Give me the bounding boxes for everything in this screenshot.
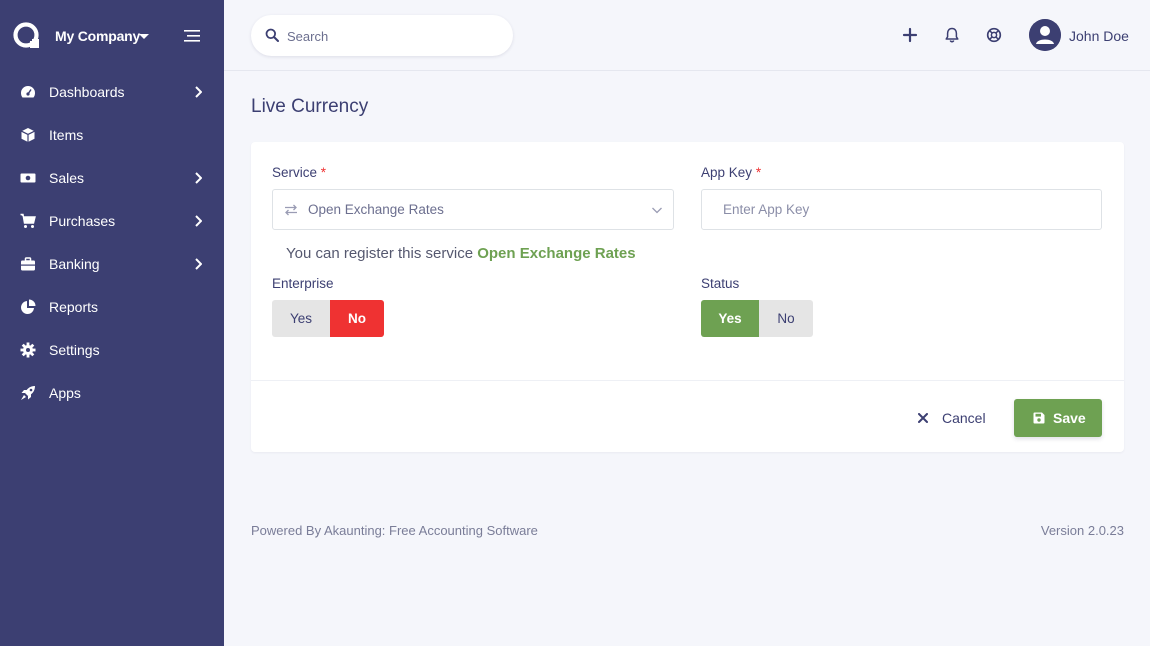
search-icon [265,28,279,42]
cancel-button-label: Cancel [942,410,986,426]
avatar[interactable] [1029,19,1061,51]
user-name[interactable]: John Doe [1069,28,1129,44]
sidebar-item-label: Items [49,127,84,143]
app-key-input[interactable] [702,190,1101,229]
sidebar-item-label: Sales [49,170,85,186]
rocket-icon [21,386,35,400]
close-icon [918,413,928,423]
register-hint-text: You can register this service [286,245,478,262]
sidebar-item-apps[interactable]: Apps [0,372,224,415]
version-text: Version 2.0.23 [1040,523,1124,538]
required-mark: * [755,165,762,180]
shopping-cart-icon [20,213,36,228]
sidebar-item-settings[interactable]: Settings [0,329,224,372]
live-currency-form-card: Service * Open Exchange Rates App Key * … [251,142,1124,452]
status-label: Status [701,276,740,291]
status-toggle: Yes No [701,300,813,337]
app-key-label: App Key * [701,165,761,180]
sidebar-item-dashboards[interactable]: Dashboards [0,71,224,114]
status-no-option[interactable]: No [759,300,813,337]
chart-pie-icon [21,299,36,314]
save-button-label: Save [1053,410,1086,426]
money-bill-icon [20,173,36,183]
page-title: Live Currency [251,96,369,117]
search-input[interactable] [287,26,497,46]
briefcase-icon [21,257,35,271]
enterprise-label: Enterprise [272,276,334,291]
akaunting-logo-icon [13,22,39,48]
sidebar-item-items[interactable]: Items [0,114,224,157]
register-service-link[interactable]: Open Exchange Rates [477,245,635,262]
cube-icon [21,128,35,142]
powered-by-text: Powered By Akaunting: Free Accounting So… [251,523,538,538]
dashboard-gauge-icon [20,86,36,98]
enterprise-toggle: Yes No [272,300,384,337]
chevron-right-icon [195,86,202,98]
life-ring-icon[interactable] [985,26,1003,44]
gear-icon [20,342,36,358]
plus-icon[interactable] [901,26,919,44]
app-key-field[interactable] [701,189,1102,230]
chevron-right-icon [195,215,202,227]
sidebar-item-banking[interactable]: Banking [0,243,224,286]
enterprise-no-option[interactable]: No [330,300,384,337]
sidebar-item-purchases[interactable]: Purchases [0,200,224,243]
top-navbar: John Doe [224,0,1150,71]
save-disk-icon [1033,412,1045,424]
app-key-label-text: App Key [701,165,753,180]
chevron-right-icon [195,172,202,184]
bell-icon[interactable] [943,26,961,44]
service-label: Service * [272,165,326,180]
company-name[interactable]: My Company [55,28,140,44]
sidebar-item-label: Dashboards [49,84,125,100]
service-select-value: Open Exchange Rates [308,202,444,217]
register-hint: You can register this service Open Excha… [286,245,636,262]
caret-down-icon [139,34,149,39]
sidebar-item-label: Purchases [49,213,116,229]
sidebar-item-label: Apps [49,385,81,401]
chevron-down-icon [652,207,662,214]
sidebar-item-sales[interactable]: Sales [0,157,224,200]
search-box[interactable] [251,15,513,56]
sidebar-item-label: Reports [49,299,99,315]
sidebar-item-reports[interactable]: Reports [0,286,224,329]
required-mark: * [320,165,327,180]
service-select[interactable]: Open Exchange Rates [272,189,674,230]
sidebar-toggle-icon[interactable] [182,29,200,43]
chevron-right-icon [195,258,202,270]
sidebar-item-label: Banking [49,256,100,272]
sidebar-nav: Dashboards Items Sales Purchases Banking… [0,71,224,415]
sidebar: My Company Dashboards Items Sales Purcha… [0,0,224,646]
sidebar-item-label: Settings [49,342,100,358]
card-footer-divider [251,380,1124,381]
enterprise-yes-option[interactable]: Yes [272,300,330,337]
service-label-text: Service [272,165,318,180]
exchange-arrows-icon [285,204,297,216]
status-yes-option[interactable]: Yes [701,300,759,337]
save-button[interactable]: Save [1014,399,1102,437]
